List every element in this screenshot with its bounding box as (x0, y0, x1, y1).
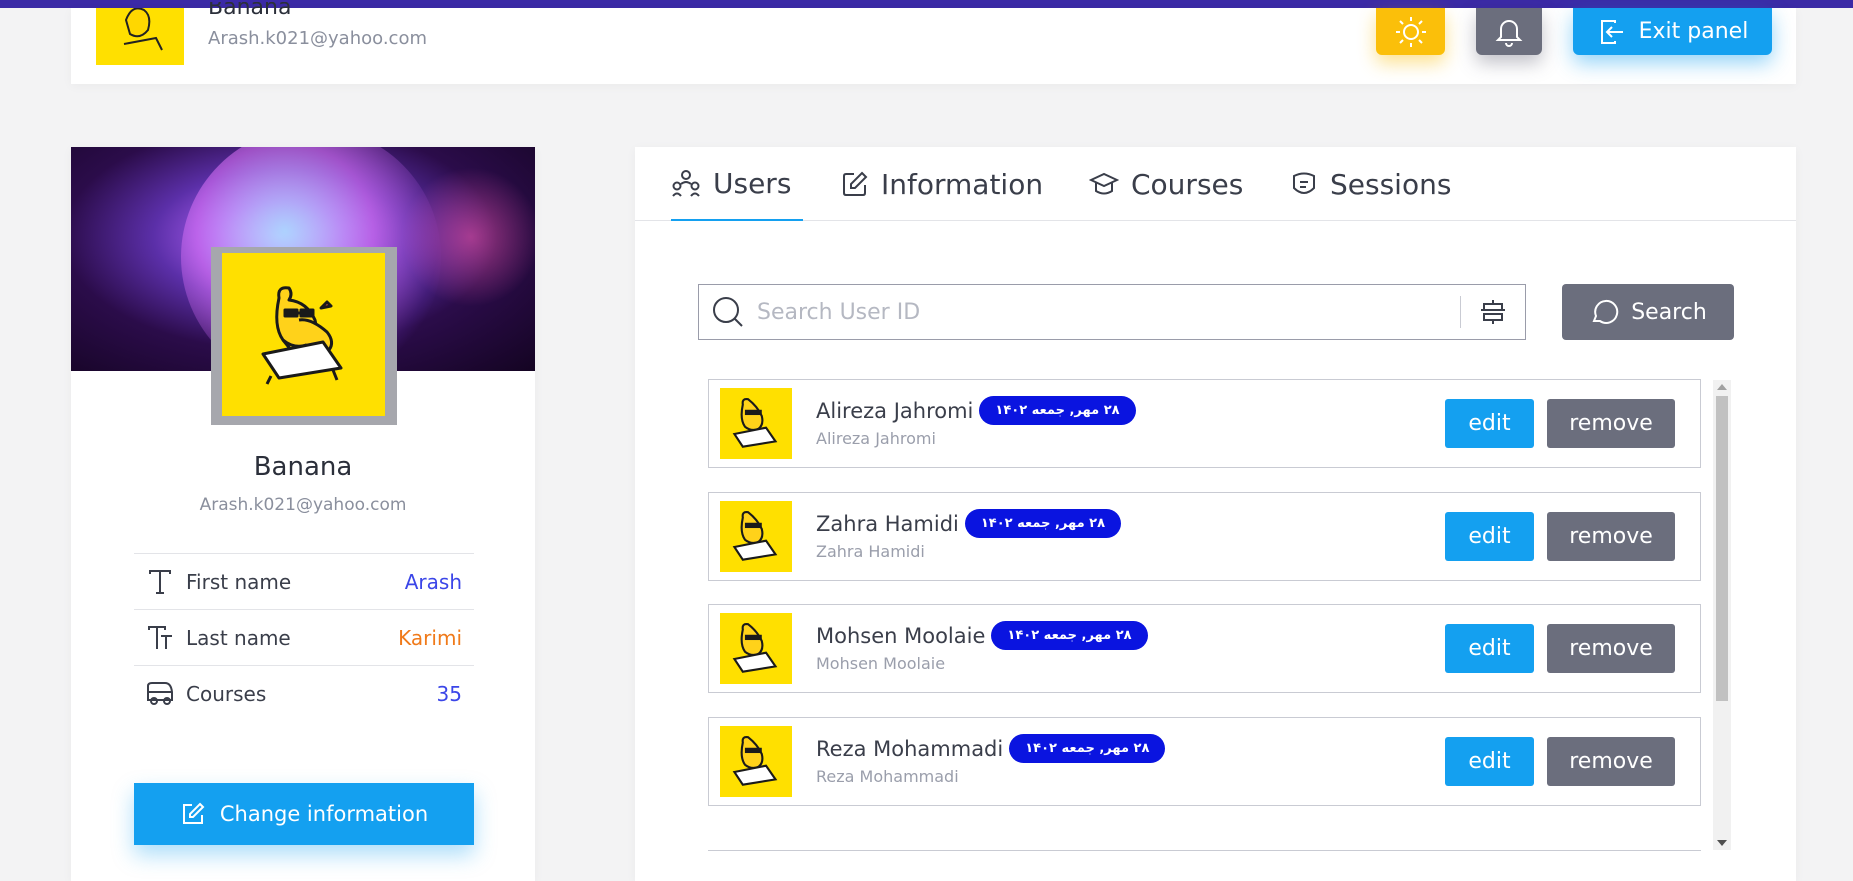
exit-panel-label: Exit panel (1638, 19, 1749, 44)
notifications-button[interactable] (1476, 8, 1542, 55)
user-name: Mohsen Moolaie ۲۸ مهر, جمعه ۱۴۰۲ (816, 621, 1148, 650)
user-name: Reza Mohammadi ۲۸ مهر, جمعه ۱۴۰۲ (816, 734, 1166, 763)
text-size-icon (134, 624, 186, 652)
user-avatar (720, 726, 792, 797)
search-button[interactable]: Search (1562, 284, 1734, 340)
user-subtitle: Alireza Jahromi (816, 429, 936, 448)
users-panel: Users Information Courses Sessions Searc… (635, 147, 1796, 881)
remove-user-button[interactable]: remove (1547, 737, 1675, 786)
edit-user-button[interactable]: edit (1445, 512, 1534, 561)
edit-user-button[interactable]: edit (1445, 624, 1534, 673)
tab-information-label: Information (881, 167, 1044, 201)
search-icon (699, 295, 757, 329)
tab-courses[interactable]: Courses (1089, 147, 1243, 221)
exit-panel-button[interactable]: Exit panel (1573, 8, 1772, 55)
user-card: Mohsen Moolaie ۲۸ مهر, جمعه ۱۴۰۲ Mohsen … (708, 604, 1701, 693)
tab-sessions[interactable]: Sessions (1290, 147, 1451, 221)
list-divider (708, 850, 1701, 851)
profile-email: Arash.k021@yahoo.com (199, 495, 407, 515)
first-name-value: Arash (404, 569, 462, 594)
header-user-email: Arash.k021@yahoo.com (208, 28, 427, 49)
users-icon (672, 170, 700, 197)
search-button-label: Search (1631, 299, 1707, 325)
user-subtitle: Mohsen Moolaie (816, 654, 946, 673)
user-name-text: Reza Mohammadi (816, 736, 1004, 761)
header-user-name: Banana (208, 2, 292, 20)
remove-user-button[interactable]: remove (1547, 624, 1675, 673)
profile-card: Banana Arash.k021@yahoo.com First name A… (71, 147, 535, 881)
user-list: Alireza Jahromi ۲۸ مهر, جمعه ۱۴۰۲ Alirez… (708, 379, 1713, 849)
user-card: Reza Mohammadi ۲۸ مهر, جمعه ۱۴۰۲ Reza Mo… (708, 717, 1701, 806)
user-date-badge: ۲۸ مهر, جمعه ۱۴۰۲ (964, 509, 1122, 538)
user-name: Zahra Hamidi ۲۸ مهر, جمعه ۱۴۰۲ (816, 509, 1122, 538)
change-information-button[interactable]: Change information (134, 783, 474, 845)
edit-user-button[interactable]: edit (1445, 737, 1534, 786)
user-name-text: Alireza Jahromi (816, 398, 974, 423)
theme-toggle-button[interactable] (1376, 8, 1445, 55)
logout-icon (1600, 19, 1623, 44)
search-box (698, 284, 1526, 340)
tab-courses-label: Courses (1131, 167, 1244, 201)
profile-name: Banana (253, 452, 353, 482)
filter-icon[interactable] (1461, 298, 1525, 326)
last-name-label: Last name (186, 625, 291, 650)
user-date-badge: ۲۸ مهر, جمعه ۱۴۰۲ (991, 621, 1148, 650)
sun-icon (1395, 16, 1426, 47)
header: Banana Arash.k021@yahoo.com Exit panel (71, 2, 1796, 84)
last-name-value: Karimi (398, 625, 462, 650)
scroll-thumb[interactable] (1716, 396, 1728, 701)
profile-avatar[interactable] (222, 253, 385, 416)
user-subtitle: Zahra Hamidi (816, 542, 925, 561)
first-name-label: First name (186, 569, 292, 594)
info-row-courses: Courses 35 (134, 665, 474, 721)
user-avatar (720, 613, 792, 684)
edit-icon (182, 802, 205, 824)
courses-value: 35 (436, 681, 462, 706)
user-subtitle: Reza Mohammadi (816, 767, 959, 786)
tab-users-label: Users (713, 166, 792, 200)
user-avatar (720, 388, 792, 459)
remove-user-button[interactable]: remove (1547, 512, 1675, 561)
bus-icon (134, 680, 186, 708)
user-avatar (720, 501, 792, 572)
user-name-text: Zahra Hamidi (816, 511, 959, 536)
edit-icon (843, 171, 868, 196)
header-avatar[interactable] (96, 8, 184, 65)
edit-user-button[interactable]: edit (1445, 399, 1534, 448)
scroll-down-arrow[interactable] (1717, 840, 1727, 846)
change-information-label: Change information (219, 802, 429, 826)
text-icon (134, 568, 186, 596)
scroll-up-arrow[interactable] (1717, 384, 1727, 390)
user-name: Alireza Jahromi ۲۸ مهر, جمعه ۱۴۰۲ (816, 396, 1136, 425)
info-row-last-name: Last name Karimi (134, 609, 474, 665)
user-card: Alireza Jahromi ۲۸ مهر, جمعه ۱۴۰۲ Alirez… (708, 379, 1701, 468)
chat-search-icon (1592, 299, 1619, 324)
remove-user-button[interactable]: remove (1547, 399, 1675, 448)
tab-information[interactable]: Information (841, 147, 1043, 221)
tab-bar: Users Information Courses Sessions (635, 147, 1796, 221)
user-card: Zahra Hamidi ۲۸ مهر, جمعه ۱۴۰۲ Zahra Ham… (708, 492, 1701, 581)
user-list-scrollbar[interactable] (1713, 380, 1731, 850)
sessions-icon (1293, 172, 1315, 194)
search-user-id-input[interactable] (757, 299, 1460, 325)
info-row-first-name: First name Arash (134, 553, 474, 609)
user-date-badge: ۲۸ مهر, جمعه ۱۴۰۲ (979, 396, 1136, 425)
bell-icon (1495, 19, 1523, 47)
courses-label: Courses (186, 681, 267, 706)
tab-users[interactable]: Users (671, 147, 803, 221)
graduation-cap-icon (1089, 172, 1119, 195)
user-name-text: Mohsen Moolaie (816, 623, 986, 648)
tab-sessions-label: Sessions (1330, 167, 1452, 201)
user-date-badge: ۲۸ مهر, جمعه ۱۴۰۲ (1009, 734, 1166, 763)
